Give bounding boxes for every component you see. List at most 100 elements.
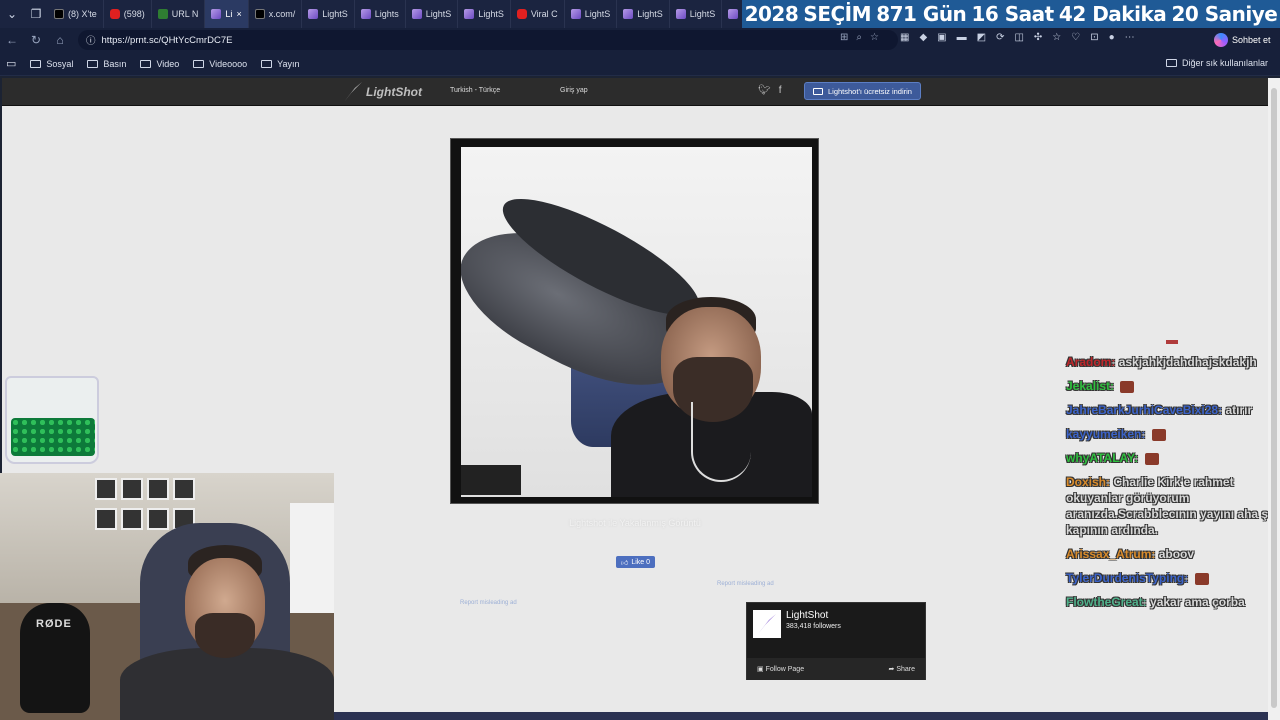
tab-label: Viral C [530,9,558,19]
follow-page-button[interactable]: ▣ Follow Page [757,665,804,673]
bookmarks-bar: ▭ Sosyal Basın Video Videoooo Yayın Diğe… [0,52,1280,76]
back-icon[interactable]: ← [0,33,24,47]
tab-10[interactable]: LightS [565,0,618,28]
tab-6[interactable]: Lights [355,0,406,28]
tab-label: LightS [689,9,716,19]
bookmark-folder[interactable]: Basın [87,59,126,69]
fb-followers: 383,418 followers [786,623,841,630]
chat-username: kayyumeiken: [1066,427,1146,441]
login-link[interactable]: Giriş yap [560,87,588,94]
extension-icon[interactable]: ⟳ [996,32,1004,43]
bookmark-folder[interactable]: Videoooo [193,59,247,69]
tab-label: LightS [478,9,504,19]
mic-brand-label: RØDE [36,618,72,630]
extension-icon[interactable]: ▦ [900,32,909,43]
x-favicon-icon [254,9,265,19]
download-button[interactable]: Lightshot'ı ücretsiz indirin [804,82,921,100]
x-favicon-icon [54,9,64,19]
report-ad-link[interactable]: Report misleading ad [717,581,774,587]
chat-text: yakar ama çorba [1150,595,1245,609]
share-button[interactable]: ➦ Share [889,665,916,673]
fb-actions: ▣ Follow Page ➦ Share [747,658,925,680]
chat-message: FlowtheGreat: yakar ama çorba [1066,594,1276,610]
tab-9[interactable]: Viral C [511,0,565,28]
youtube-favicon-icon [516,9,527,19]
favorite-star-icon[interactable]: ☆ [870,32,879,43]
extension-icon[interactable]: ◩ [977,32,986,43]
extension-icon[interactable]: ▬ [957,32,967,43]
copilot-icon [1214,33,1228,47]
youtube-favicon-icon [109,9,120,19]
address-bar[interactable]: ⓘ https://prnt.sc/QHtYcCmrDC7E [78,30,898,50]
lightshot-header: LightShot Turkish - Türkçe Giriş yap 🐦︎ … [2,78,1268,106]
tab-0[interactable]: (8) X'te [48,0,104,28]
favorites-icon[interactable]: ☆ [1052,32,1061,43]
report-ad-link[interactable]: Report misleading ad [460,600,517,606]
streamer-webcam: RØDE [0,473,334,720]
image-dark-corner [461,465,521,495]
twitter-icon[interactable]: 🐦︎ [758,85,771,96]
stream-chat-overlay: Aradom: askjahkjdahdhajskdakjh Jekalist: … [1066,340,1276,618]
extension-icon[interactable]: ◆ [919,32,927,43]
lightshot-favicon-icon [728,9,739,19]
monitor-icon [813,87,823,95]
home-icon[interactable]: ⌂ [48,33,72,47]
lightshot-favicon-icon [464,9,475,19]
chat-text: aboov [1158,547,1195,561]
profile-avatar[interactable]: ● [1109,32,1115,43]
site-info-icon[interactable]: ⓘ [86,33,96,47]
tab-4[interactable]: x.com/ [249,0,303,28]
tab-1[interactable]: (598) [104,0,152,28]
other-favorites[interactable]: Diğer sık kullanılanlar [1165,58,1268,68]
tab-8[interactable]: LightS [458,0,511,28]
workspaces-icon[interactable]: ❐ [24,0,48,28]
extensions-icon[interactable]: ✣ [1034,32,1042,43]
apps-icon[interactable]: ⊞ [840,32,848,43]
screenshot-frame [450,138,819,504]
more-menu-icon[interactable]: ⋯ [1125,32,1135,43]
tab-5[interactable]: LightS [302,0,355,28]
language-selector[interactable]: Turkish - Türkçe [450,87,500,94]
lightshot-favicon-icon [570,9,581,19]
tab-label: LightS [425,9,452,19]
lightshot-logo[interactable]: LightShot [344,82,422,102]
sidebar-toggle-icon[interactable]: ▭ [6,57,16,70]
zoom-icon[interactable]: ⌕ [856,32,862,43]
extension-icon[interactable]: ▣ [937,32,946,43]
bookmark-folder[interactable]: Yayın [261,59,300,69]
fb-page-name[interactable]: LightShot [786,610,828,621]
tab-3[interactable]: Li × [205,0,249,28]
refresh-icon[interactable]: ↻ [24,33,48,47]
chat-username: whyATALAY: [1066,451,1139,465]
streamer-body [120,648,334,720]
close-tab-icon[interactable]: × [236,9,241,19]
page-scrollbar[interactable] [1268,78,1280,720]
tab-11[interactable]: LightS [617,0,670,28]
collections-icon[interactable]: ♡ [1071,32,1080,43]
banner-election: SEÇİM [803,2,872,26]
screenshot-icon[interactable]: ⊡ [1090,32,1098,43]
tab-label: LightS [637,9,663,19]
tab-12[interactable]: LightS [670,0,723,28]
tab-7[interactable]: LightS [406,0,459,28]
lightshot-favicon-icon [623,9,634,19]
scrollbar-thumb[interactable] [1271,88,1277,708]
bead-jar-overlay [5,376,99,464]
tab-2[interactable]: URL N [152,0,206,28]
chat-message: Aradom: askjahkjdahdhajskdakjh [1066,354,1276,370]
split-screen-icon[interactable]: ◫ [1014,32,1023,43]
tab-actions-icon[interactable]: ⌄ [0,0,24,28]
folder-icon [193,59,205,68]
screenshot-image[interactable] [461,147,812,497]
address-bar-row: ← ↻ ⌂ ⓘ https://prnt.sc/QHtYcCmrDC7E ⊞ ⌕… [0,28,1280,52]
facebook-like-button[interactable]: 👍︎ Like 0 [616,556,656,568]
bookmark-folder[interactable]: Sosyal [30,59,73,69]
chat-emote-icon [1194,572,1209,585]
facebook-icon[interactable]: f [779,85,782,96]
bookmark-folder[interactable]: Video [140,59,179,69]
lightshot-thumbnail[interactable] [753,610,781,638]
tab-label: Lights [374,9,399,19]
url-text[interactable]: https://prnt.sc/QHtYcCmrDC7E [102,35,233,46]
copilot-button[interactable]: Sohbet et [1214,31,1271,49]
copilot-label: Sohbet et [1232,35,1271,45]
